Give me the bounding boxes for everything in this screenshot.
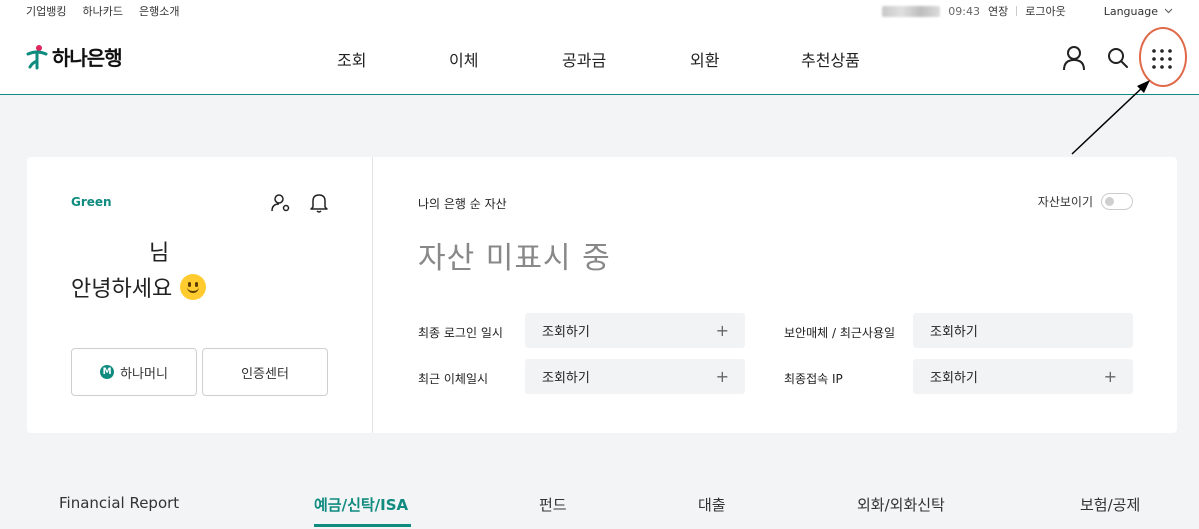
hana-money-label: 하나머니 <box>120 366 168 382</box>
nav-recommended-products[interactable]: 추천상품 <box>801 47 860 71</box>
show-assets-label: 자산보이기 <box>1037 195 1093 209</box>
nav-inquiry[interactable]: 조회 <box>337 47 366 71</box>
search-icon[interactable] <box>1106 46 1130 70</box>
certificate-center-label: 인증센터 <box>241 366 289 382</box>
logo-text: 하나은행 <box>52 46 123 70</box>
masked-user-name <box>882 5 941 17</box>
annotation-arrow <box>1071 80 1150 155</box>
logout-button[interactable]: 로그아웃 <box>1025 3 1065 19</box>
last-transfer-lookup[interactable]: 조회하기 + <box>525 359 745 394</box>
language-label: Language <box>1103 4 1158 18</box>
profile-panel: Green 님 안녕하세요 M 하나머니 인증센터 <box>27 157 373 433</box>
chevron-down-icon <box>1164 8 1173 14</box>
greeting-text: 안녕하세요 <box>71 277 173 302</box>
divider <box>1016 6 1018 16</box>
net-assets-title: 나의 은행 순 자산 <box>418 197 507 211</box>
last-transfer-value: 조회하기 <box>542 371 590 386</box>
nav-utility-bills[interactable]: 공과금 <box>562 47 606 71</box>
hana-logo-icon <box>26 44 48 69</box>
bell-icon[interactable] <box>310 193 328 213</box>
active-tab-underline <box>314 524 411 527</box>
hana-money-icon: M <box>100 365 115 379</box>
member-grade: Green <box>71 195 112 209</box>
assets-hidden-message: 자산 미표시 중 <box>418 241 611 276</box>
plus-icon: + <box>1103 367 1117 386</box>
session-info: 09:43 연장 로그아웃 Language <box>882 3 1173 19</box>
link-bank-intro[interactable]: 은행소개 <box>139 3 179 19</box>
show-assets-toggle-group: 자산보이기 <box>1038 193 1133 210</box>
user-icon[interactable] <box>1062 45 1086 71</box>
session-timer: 09:43 <box>948 4 980 18</box>
language-selector[interactable]: Language <box>1104 5 1173 18</box>
main-header: 하나은행 조회 이체 공과금 외환 추천상품 <box>0 22 1199 95</box>
last-login-label: 최종 로그인 일시 <box>418 326 503 340</box>
tab-foreign-currency[interactable]: 외화/외화신탁 <box>857 494 945 515</box>
show-assets-toggle[interactable] <box>1101 193 1133 210</box>
security-media-value: 조회하기 <box>930 325 978 340</box>
extend-session-button[interactable]: 연장 <box>988 3 1008 19</box>
smile-emoji-icon <box>180 274 207 300</box>
tab-fund[interactable]: 펀드 <box>539 494 567 515</box>
tab-deposit-trust-isa[interactable]: 예금/신탁/ISA <box>314 494 408 515</box>
tab-insurance[interactable]: 보험/공제 <box>1080 494 1140 515</box>
hana-money-button[interactable]: M 하나머니 <box>71 348 197 396</box>
profile-settings-icon[interactable] <box>271 193 291 213</box>
tab-loan[interactable]: 대출 <box>698 494 726 515</box>
hana-bank-logo[interactable]: 하나은행 <box>26 42 123 71</box>
utility-bar: 기업뱅킹 하나카드 은행소개 09:43 연장 로그아웃 Language <box>0 0 1199 22</box>
last-login-value: 조회하기 <box>542 325 590 340</box>
certificate-center-button[interactable]: 인증센터 <box>202 348 328 396</box>
utility-links: 기업뱅킹 하나카드 은행소개 <box>26 3 179 19</box>
last-login-lookup[interactable]: 조회하기 + <box>525 313 745 348</box>
plus-icon: + <box>715 321 729 340</box>
last-transfer-label: 최근 이체일시 <box>418 372 489 386</box>
security-media-lookup[interactable]: 조회하기 <box>913 313 1133 348</box>
last-access-ip-label: 최종접속 IP <box>784 372 843 386</box>
last-access-ip-value: 조회하기 <box>930 371 978 386</box>
last-access-ip-lookup[interactable]: 조회하기 + <box>913 359 1133 394</box>
greeting: 안녕하세요 <box>71 271 207 303</box>
dashboard-card: Green 님 안녕하세요 M 하나머니 인증센터 나의 은행 순 자산 자산보… <box>27 157 1177 433</box>
link-hana-card[interactable]: 하나카드 <box>82 3 122 19</box>
plus-icon: + <box>715 367 729 386</box>
user-name-suffix: 님 <box>149 241 170 266</box>
tab-financial-report[interactable]: Financial Report <box>59 494 179 512</box>
assets-panel: 나의 은행 순 자산 자산보이기 자산 미표시 중 최종 로그인 일시 조회하기… <box>373 157 1177 433</box>
nav-transfer[interactable]: 이체 <box>449 47 478 71</box>
nav-foreign-exchange[interactable]: 외환 <box>690 47 719 71</box>
link-corporate-banking[interactable]: 기업뱅킹 <box>26 3 66 19</box>
security-media-label: 보안매체 / 최근사용일 <box>784 326 896 340</box>
